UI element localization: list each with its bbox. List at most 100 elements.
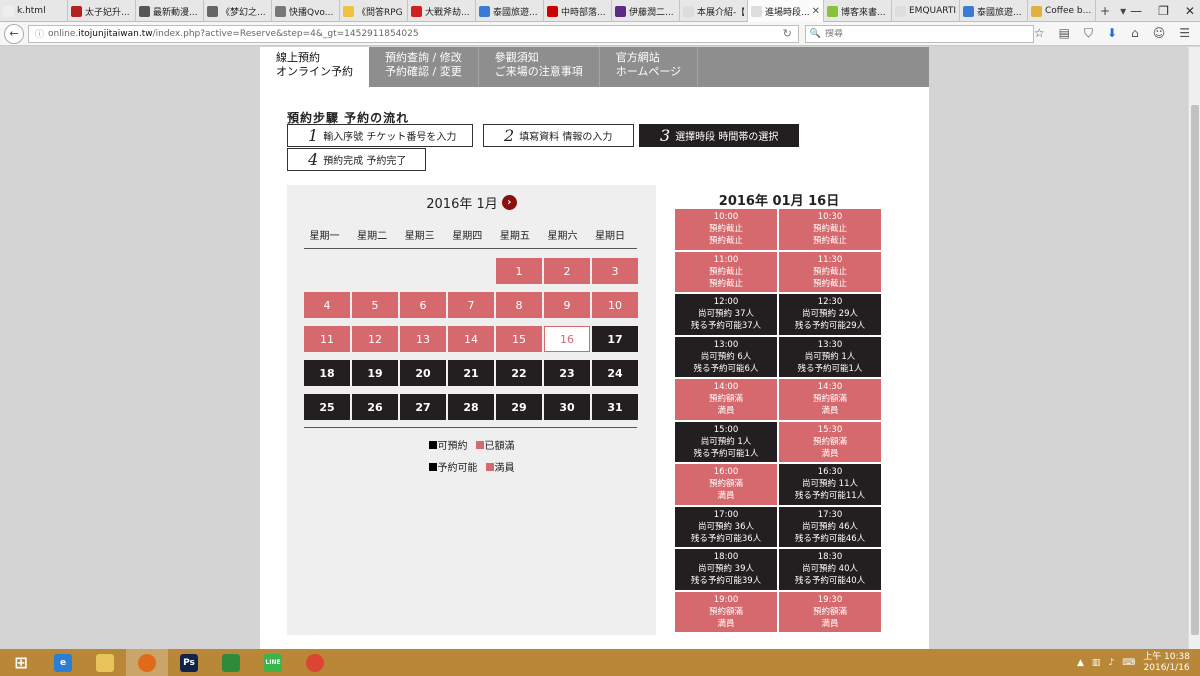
browser-tab[interactable]: Coffee b... [1028, 0, 1096, 22]
calendar-day[interactable]: 10 [592, 292, 638, 318]
address-bar[interactable]: ⓘ online.itojunjitaiwan.tw/index.php?act… [27, 24, 799, 43]
search-input[interactable] [825, 28, 1026, 39]
calendar-day[interactable]: 18 [304, 360, 350, 386]
browser-tab[interactable]: k.html [0, 0, 68, 22]
calendar-day[interactable]: 7 [448, 292, 494, 318]
taskbar-button[interactable]: Ps [168, 649, 210, 676]
bookmark-star-icon[interactable]: ☆ [1034, 26, 1045, 41]
taskbar-button[interactable]: e [42, 649, 84, 676]
browser-tab[interactable]: 《梦幻之... [204, 0, 272, 22]
browser-tab[interactable]: 大戰斧劫... [408, 0, 476, 22]
browser-tab[interactable]: 中時部落... [544, 0, 612, 22]
calendar-day[interactable]: 27 [400, 394, 446, 420]
calendar-day[interactable]: 15 [496, 326, 542, 352]
calendar-day-selected[interactable]: 16 [544, 326, 590, 352]
calendar-day[interactable]: 11 [304, 326, 350, 352]
calendar-day[interactable]: 23 [544, 360, 590, 386]
calendar-day[interactable]: 6 [400, 292, 446, 318]
chat-icon[interactable]: ☺ [1153, 26, 1166, 41]
taskbar-button[interactable] [126, 649, 168, 676]
calendar-day[interactable]: 26 [352, 394, 398, 420]
calendar-day[interactable]: 22 [496, 360, 542, 386]
calendar-day[interactable]: 12 [352, 326, 398, 352]
time-slot-available[interactable]: 12:00 尚可預約 37人 残る予約可能37人 [675, 294, 777, 335]
time-slot-available[interactable]: 12:30 尚可預約 29人 残る予約可能29人 [779, 294, 881, 335]
taskbar-button[interactable] [210, 649, 252, 676]
calendar-day[interactable]: 30 [544, 394, 590, 420]
back-button[interactable]: ← [4, 23, 24, 44]
restore-icon[interactable]: ❐ [1158, 4, 1169, 18]
calendar-day[interactable]: 14 [448, 326, 494, 352]
time-slot-available[interactable]: 13:00 尚可預約 6人 残る予約可能6人 [675, 336, 777, 377]
taskbar-button[interactable]: ⊞ [0, 649, 42, 676]
calendar-day[interactable]: 31 [592, 394, 638, 420]
browser-tab[interactable]: 《問答RPG ... [340, 0, 408, 22]
calendar-day[interactable]: 8 [496, 292, 542, 318]
slot-status: 尚可預約 37人 [697, 309, 755, 320]
nav-label-ja: 予約確認 / 変更 [385, 65, 462, 78]
tab-close-icon[interactable]: ✕ [812, 6, 820, 17]
calendar-day[interactable]: 17 [592, 326, 638, 352]
site-nav-item[interactable]: 線上預約 オンライン予約 [260, 47, 369, 87]
time-slot-available[interactable]: 13:30 尚可預約 1人 残る予約可能1人 [779, 336, 881, 377]
calendar-day[interactable]: 25 [304, 394, 350, 420]
tray-volume-icon[interactable]: ♪ [1108, 658, 1114, 668]
browser-tab[interactable]: 泰國旅遊... [476, 0, 544, 22]
tray-keyboard-icon[interactable]: ⌨ [1122, 658, 1135, 668]
taskbar-button[interactable] [84, 649, 126, 676]
tray-expand-icon[interactable]: ▲ [1077, 658, 1084, 668]
time-slot-available[interactable]: 18:30 尚可預約 40人 残る予約可能40人 [779, 549, 881, 590]
time-slot-available[interactable]: 15:00 尚可預約 1人 残る予約可能1人 [675, 421, 777, 462]
browser-tab[interactable]: 本展介紹-【... [680, 0, 748, 22]
browser-tab[interactable]: 最新動漫... [136, 0, 204, 22]
browser-tab[interactable]: 太子妃升... [68, 0, 136, 22]
tab-list-menu-icon[interactable]: ▾ [1120, 4, 1126, 18]
time-slot-available[interactable]: 17:00 尚可預約 36人 残る予約可能36人 [675, 506, 777, 547]
calendar-day[interactable]: 19 [352, 360, 398, 386]
clock[interactable]: 上午 10:38 2016/1/16 [1143, 652, 1190, 674]
calendar-day[interactable]: 20 [400, 360, 446, 386]
calendar-day[interactable]: 13 [400, 326, 446, 352]
tab-title: 本展介紹-【... [697, 7, 744, 18]
pocket-icon[interactable]: ⛉ [1084, 26, 1093, 41]
site-nav-item[interactable]: 預約查詢 / 修改 予約確認 / 変更 [369, 47, 479, 87]
calendar-day[interactable]: 29 [496, 394, 542, 420]
calendar-day[interactable]: 4 [304, 292, 350, 318]
search-box[interactable]: 🔍 [804, 24, 1034, 43]
browser-tab[interactable]: 泰國旅遊... [960, 0, 1028, 22]
calendar-day[interactable]: 21 [448, 360, 494, 386]
home-icon[interactable]: ⌂ [1131, 26, 1139, 41]
calendar-day[interactable]: 24 [592, 360, 638, 386]
calendar-day[interactable]: 9 [544, 292, 590, 318]
browser-tab[interactable]: 快播Qvo... [272, 0, 340, 22]
info-icon[interactable]: ⓘ [35, 27, 44, 40]
calendar-day[interactable]: 2 [544, 258, 590, 284]
new-tab-button[interactable]: + [1100, 4, 1110, 18]
browser-tab[interactable]: EMQUARTIER [892, 0, 960, 22]
reading-list-icon[interactable]: ▤ [1059, 26, 1070, 41]
taskbar-button[interactable] [294, 649, 336, 676]
browser-tab[interactable]: 伊藤潤二... [612, 0, 680, 22]
time-slot-available[interactable]: 17:30 尚可預約 46人 残る予約可能46人 [779, 506, 881, 547]
menu-icon[interactable]: ☰ [1179, 26, 1190, 41]
close-window-icon[interactable]: ✕ [1185, 4, 1195, 18]
browser-tab[interactable]: 博客來書... [824, 0, 892, 22]
time-slot-available[interactable]: 16:30 尚可預約 11人 残る予約可能11人 [779, 464, 881, 505]
site-nav-item[interactable]: 官方網站 ホームページ [600, 47, 699, 87]
calendar-day[interactable]: 28 [448, 394, 494, 420]
reload-icon[interactable]: ↻ [783, 27, 792, 40]
slot-status: 預約額滿 [708, 394, 743, 405]
tray-network-icon[interactable]: ▥ [1092, 658, 1101, 668]
page-scrollbar[interactable] [1188, 47, 1200, 649]
next-month-icon[interactable]: › [501, 195, 517, 210]
calendar-day[interactable]: 1 [496, 258, 542, 284]
site-nav-item[interactable]: 參觀須知 ご来場の注意事項 [479, 47, 600, 87]
scrollbar-thumb[interactable] [1191, 105, 1199, 635]
taskbar-button[interactable]: LINE [252, 649, 294, 676]
download-icon[interactable]: ⬇ [1107, 26, 1117, 41]
time-slot-available[interactable]: 18:00 尚可預約 39人 残る予約可能39人 [675, 549, 777, 590]
calendar-day[interactable]: 3 [592, 258, 638, 284]
calendar-day[interactable]: 5 [352, 292, 398, 318]
tab-active[interactable]: 進場時段... ✕ [748, 0, 824, 22]
minimize-icon[interactable]: — [1130, 4, 1142, 18]
